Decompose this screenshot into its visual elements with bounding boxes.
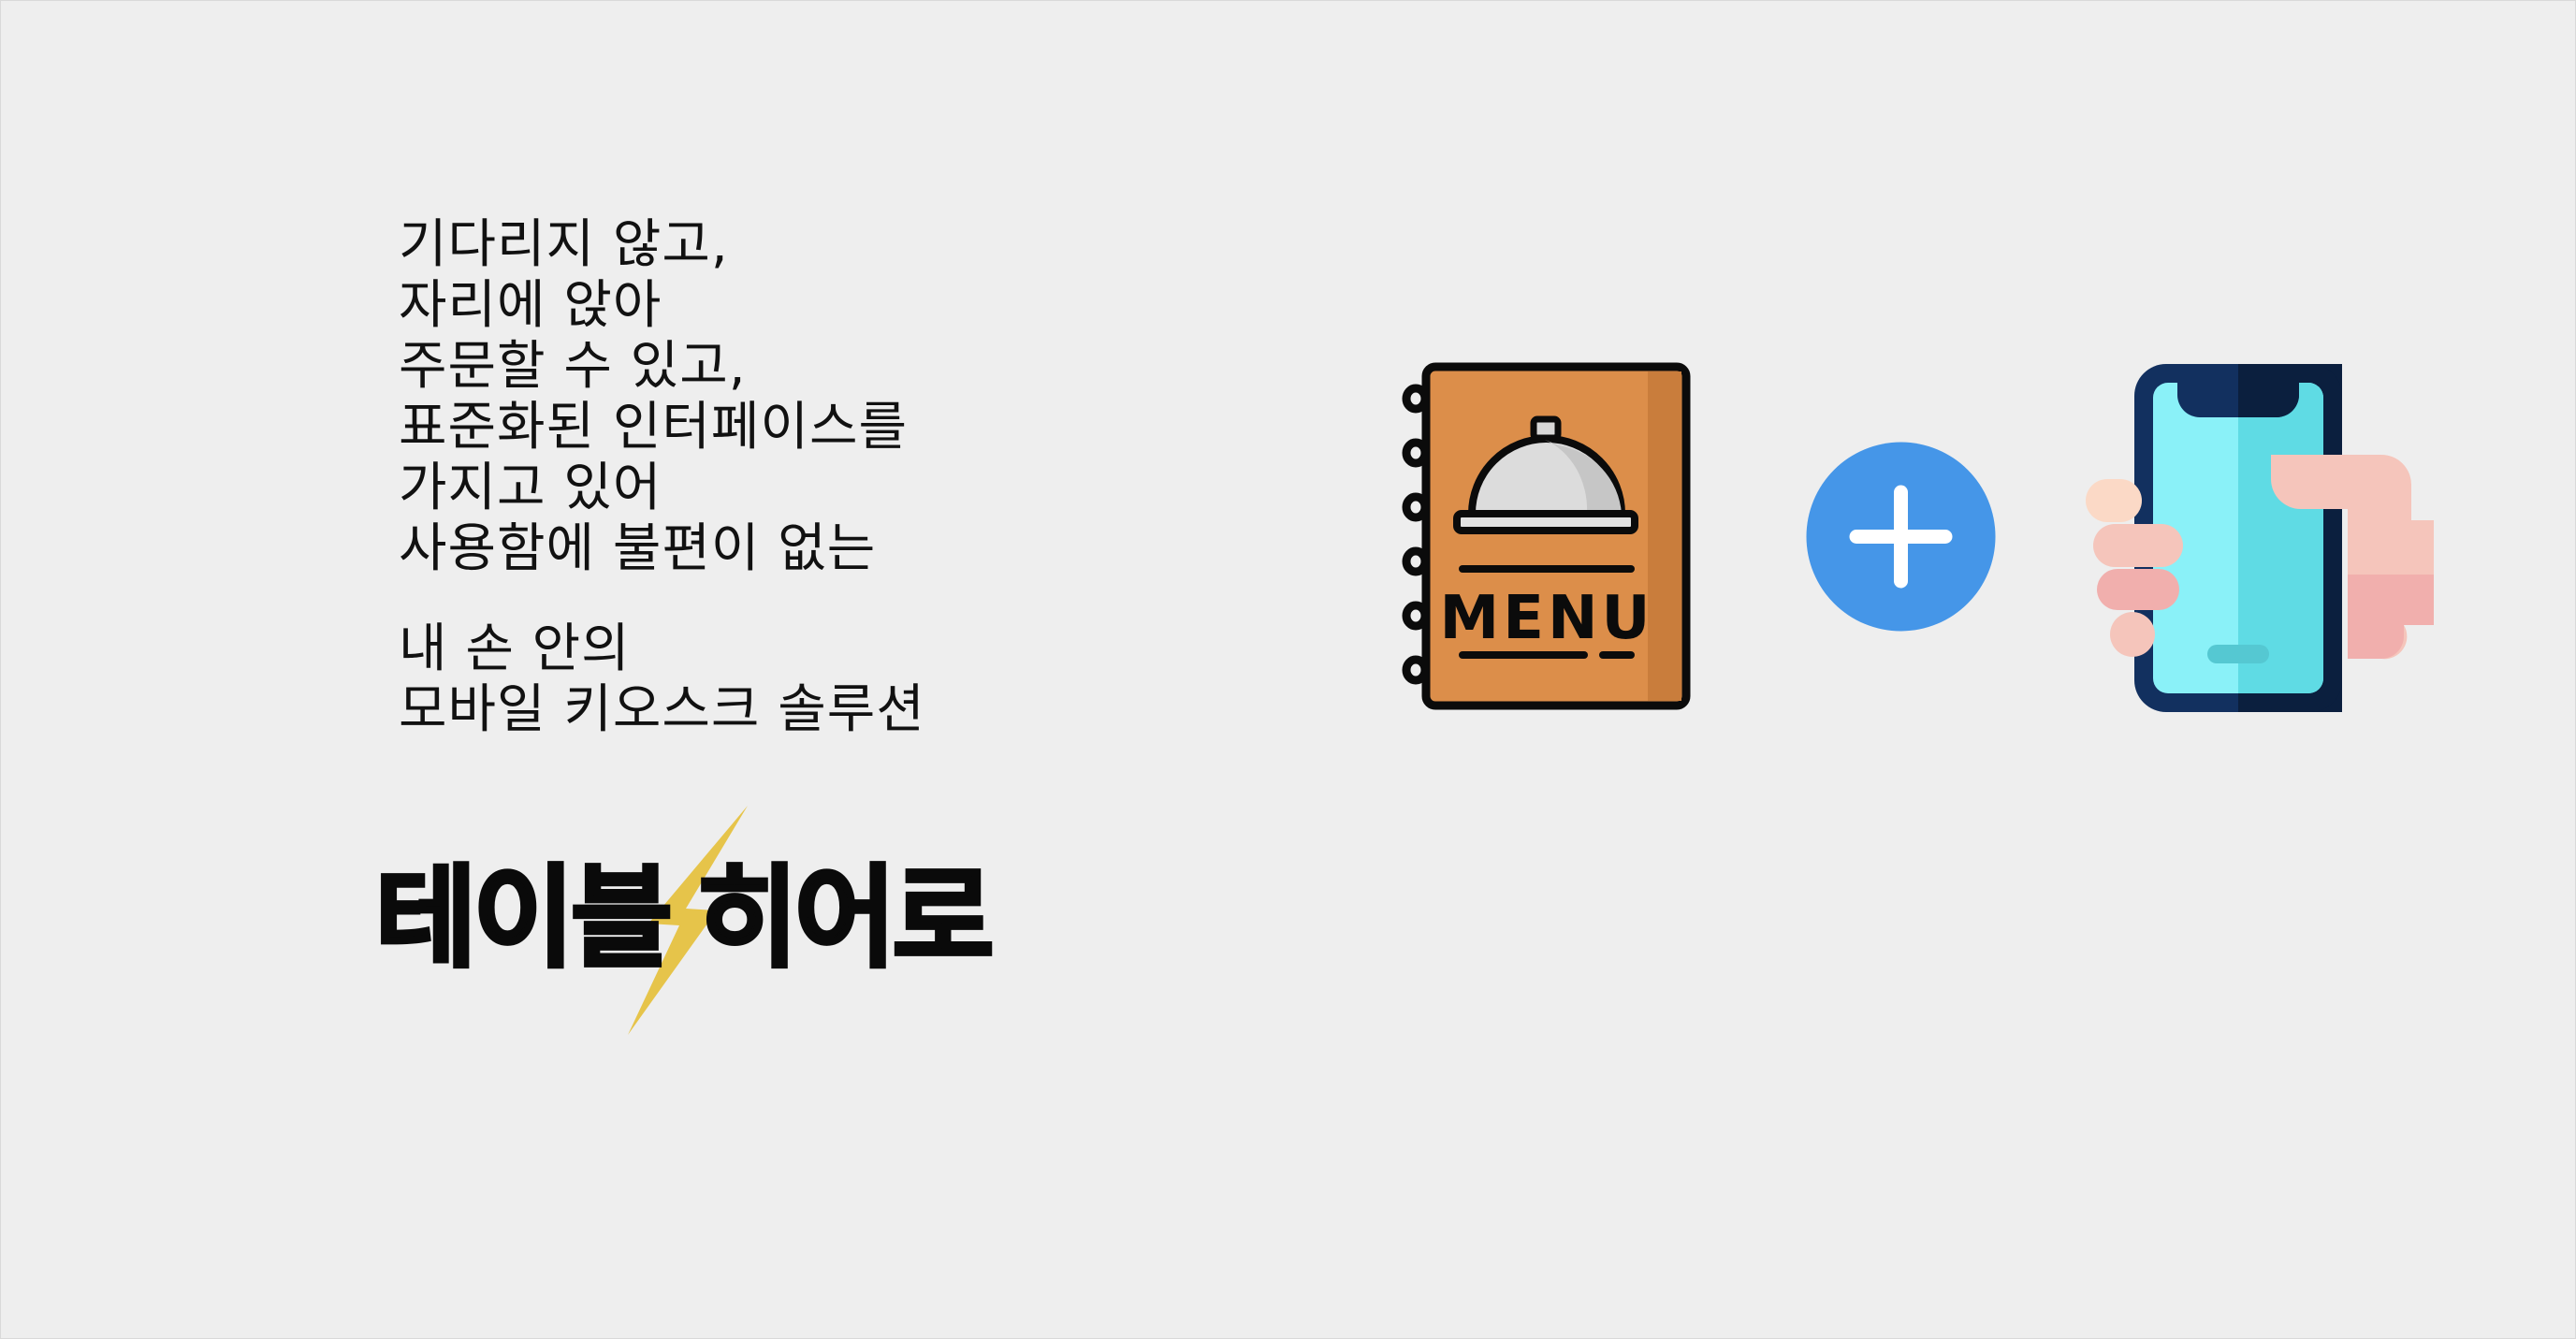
- tagline-line: 사용함에 불편이 없는: [399, 518, 877, 579]
- tagline-line: 기다리지 않고,: [399, 214, 729, 275]
- tagline: 기다리지 않고, 자리에 앉아 주문할 수 있고, 표준화된 인터페이스를 가지…: [399, 214, 925, 740]
- logo-wordmark: 테이블 히어로: [373, 855, 996, 981]
- tagline-line: 가지고 있어: [399, 458, 662, 518]
- hand-holding-phone-icon: [2086, 364, 2434, 712]
- brand-logo: 테이블 히어로: [373, 806, 1021, 1035]
- plus-icon: [1806, 442, 1996, 632]
- tagline-line: 자리에 앉아: [399, 275, 662, 336]
- slide: 기다리지 않고, 자리에 앉아 주문할 수 있고, 표준화된 인터페이스를 가지…: [0, 0, 2576, 1339]
- menu-book-icon: MENU: [1402, 362, 1691, 710]
- tagline-line: 모바일 키오스크 솔루션: [399, 679, 925, 740]
- tagline-line: 내 손 안의: [399, 619, 631, 679]
- tagline-line: 표준화된 인터페이스를: [399, 397, 909, 458]
- menu-label: MENU: [1440, 584, 1654, 653]
- tagline-line: 주문할 수 있고,: [399, 336, 747, 397]
- logo-part2: 히어로: [695, 853, 997, 982]
- logo-part1: 테이블: [373, 853, 675, 982]
